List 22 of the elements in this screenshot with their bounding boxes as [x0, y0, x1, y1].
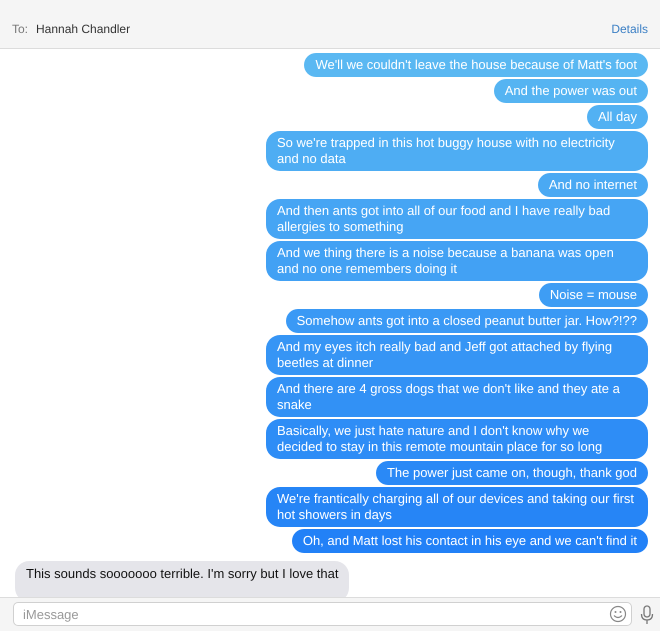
sent-message-bubble: So we're trapped in this hot buggy house with no electricity and no data [266, 131, 648, 171]
sent-message-bubble: We're frantically charging all of our devices and taking our first hot showers in days [266, 487, 648, 527]
sent-message-bubble: And my eyes itch really bad and Jeff got attached by flying beetles at dinner [266, 335, 648, 375]
sent-message-bubble: Basically, we just hate nature and I don't know why we decided to stay in this remote mountain place for so long [266, 419, 648, 459]
sent-message-bubble: And no internet [538, 173, 648, 197]
sent-message-bubble: All day [586, 105, 648, 129]
details-link[interactable]: Details [611, 20, 648, 38]
message-input-field[interactable]: iMessage [13, 602, 632, 626]
sent-message-bubble: Oh, and Matt lost his contact in his eye and we can't find it [292, 529, 648, 553]
received-message-bubble: This sounds sooooooo terrible. I'm sorry but I love that [15, 561, 350, 597]
sent-message-bubble: And we thing there is a noise because a banana was open and no one remembers doing it [266, 241, 648, 281]
sent-message-bubble: We'll we couldn't leave the house because of Matt's foot [304, 53, 648, 77]
sent-message-bubble: Somehow ants got into a closed peanut butter jar. How?!?? [286, 309, 648, 333]
to-label: To: [12, 21, 28, 38]
sent-message-bubble: And the power was out [494, 79, 648, 103]
sent-message-bubble: And then ants got into all of our food and I have really bad allergies to something [266, 199, 648, 239]
emoji-icon[interactable] [609, 605, 627, 624]
recipient-name: Hannah Chandler [36, 21, 130, 38]
sent-message-bubble: And there are 4 gross dogs that we don't like and they ate a snake [266, 377, 648, 417]
sent-message-bubble: Noise = mouse [538, 283, 648, 307]
microphone-icon[interactable] [640, 604, 654, 624]
sent-message-bubble: The power just came on, though, thank god [376, 461, 648, 485]
